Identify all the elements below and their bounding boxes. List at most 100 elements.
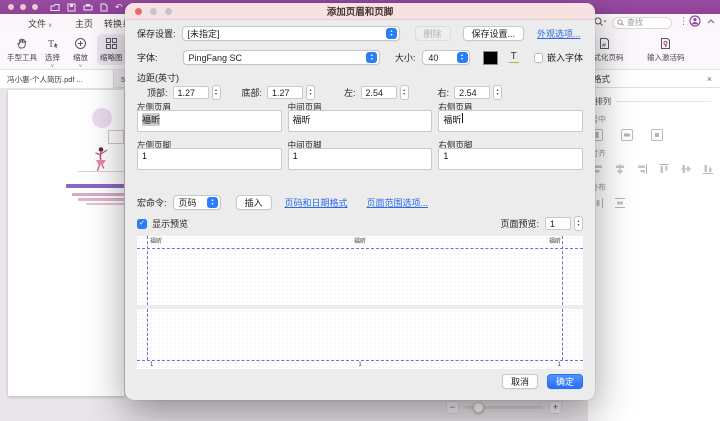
embed-font-checkbox[interactable] xyxy=(534,53,543,63)
svg-text:T: T xyxy=(48,39,54,50)
center-both-icon[interactable] xyxy=(651,129,663,141)
preview-header-right: 福昕 xyxy=(549,239,561,245)
macro-label: 宏命令: xyxy=(137,196,167,209)
zoom-slider-track[interactable] xyxy=(465,406,543,409)
page-zoom-icon[interactable] xyxy=(593,16,607,29)
underline-button[interactable]: T xyxy=(509,52,519,63)
document-page[interactable] xyxy=(8,90,124,396)
font-select[interactable]: PingFang SC ▲▼ xyxy=(183,50,380,65)
delete-button[interactable]: 删除 xyxy=(415,26,451,41)
footer-preview-area[interactable]: 1 1 1 xyxy=(137,309,583,369)
page-number-date-format-link[interactable]: 页码和日期格式 xyxy=(285,196,348,209)
zoom-slider-handle[interactable] xyxy=(473,402,484,413)
size-select[interactable]: 40 ▲▼ xyxy=(422,50,470,65)
margin-bottom-stepper[interactable]: ▲▼ xyxy=(306,85,315,100)
tab-format[interactable]: 格式 xyxy=(593,73,610,85)
distribute-vertical-icon[interactable] xyxy=(614,197,626,209)
search-placeholder: 查找 xyxy=(627,17,643,28)
appearance-options-link[interactable]: 外观选项... xyxy=(537,27,581,40)
right-header-field[interactable]: 福昕 xyxy=(438,110,583,132)
decorative-divider xyxy=(78,171,124,172)
add-header-footer-dialog: 添加页眉和页脚 保存设置: [未指定] ▲▼ 删除 保存设置... 外观选项..… xyxy=(125,3,595,400)
tab-file[interactable]: 文件∨ xyxy=(28,17,52,30)
left-footer-field[interactable]: 1 xyxy=(137,148,282,170)
zoom-out-button[interactable]: − xyxy=(446,401,459,414)
decorative-frame xyxy=(108,130,124,144)
text-caret xyxy=(462,113,463,123)
text-select-icon: T xyxy=(46,36,59,50)
window-close-button[interactable] xyxy=(8,4,14,10)
insert-button[interactable]: 插入 xyxy=(236,195,272,210)
more-options-icon[interactable]: ⋮ xyxy=(679,16,688,27)
margin-left-label: 左: xyxy=(344,86,356,99)
doc-tab-active[interactable]: 冯小惠-个人简历.pdf ... xyxy=(0,70,114,88)
margin-bottom-field[interactable]: 1.27 xyxy=(267,86,303,99)
dialog-minimize-button[interactable] xyxy=(150,8,157,15)
align-right-icon[interactable] xyxy=(636,163,648,175)
close-icon[interactable]: × xyxy=(707,74,712,84)
window-zoom-button[interactable] xyxy=(32,4,38,10)
show-preview-checkbox[interactable]: ✓ xyxy=(137,219,147,229)
macro-select[interactable]: 页码 ▲▼ xyxy=(173,195,221,210)
hand-tool-button[interactable]: 手型工具 xyxy=(4,34,40,65)
activation-code-button[interactable]: 输入激活码 xyxy=(644,34,688,65)
save-settings-button[interactable]: 保存设置... xyxy=(463,26,525,41)
margin-right-field[interactable]: 2.54 xyxy=(454,86,490,99)
tab-convert[interactable]: 转换 xyxy=(104,17,122,30)
page-range-options-link[interactable]: 页面范围选项... xyxy=(367,196,429,209)
document-icon[interactable] xyxy=(100,3,108,12)
page-preview-stepper[interactable]: ▲▼ xyxy=(574,216,583,231)
account-avatar[interactable] xyxy=(689,15,701,29)
header-preview-area[interactable]: 福昕 福昕 福昕 xyxy=(137,236,583,305)
dialog-close-button[interactable] xyxy=(135,8,142,15)
margin-left-field[interactable]: 2.54 xyxy=(361,86,397,99)
left-margin-guide xyxy=(147,309,148,360)
center-header-field[interactable]: 福昕 xyxy=(288,110,433,132)
left-header-field[interactable]: 福昕 xyxy=(137,110,282,132)
grid-icon xyxy=(105,36,118,50)
font-color-swatch[interactable] xyxy=(483,51,498,65)
right-footer-field[interactable]: 1 xyxy=(438,148,583,170)
preview-footer-center: 1 xyxy=(358,362,361,368)
header-margin-guide xyxy=(137,248,583,249)
ok-button[interactable]: 确定 xyxy=(547,374,583,389)
thumbnail-tool-button[interactable]: 缩略图 xyxy=(97,34,126,65)
save-icon[interactable] xyxy=(67,3,76,12)
font-label: 字体: xyxy=(137,51,158,64)
margin-left-stepper[interactable]: ▲▼ xyxy=(400,85,409,100)
chevron-down-icon: ∨ xyxy=(51,65,55,68)
margin-top-stepper[interactable]: ▲▼ xyxy=(212,85,221,100)
align-bottom-icon[interactable] xyxy=(702,163,714,175)
center-vertical-icon[interactable] xyxy=(621,129,633,141)
zoom-slider-control: − + xyxy=(446,401,562,414)
zoom-in-button[interactable]: + xyxy=(549,401,562,414)
save-settings-select[interactable]: [未指定] ▲▼ xyxy=(182,26,400,41)
align-middle-v-icon[interactable] xyxy=(680,163,692,175)
save-settings-label: 保存设置: xyxy=(137,27,176,40)
center-footer-field[interactable]: 1 xyxy=(288,148,433,170)
tab-home[interactable]: 主页 xyxy=(75,17,93,30)
margin-right-stepper[interactable]: ▲▼ xyxy=(493,85,502,100)
dancer-illustration xyxy=(88,146,114,172)
search-input[interactable]: 查找 xyxy=(612,17,672,29)
cancel-button[interactable]: 取消 xyxy=(502,374,538,389)
align-center-h-icon[interactable] xyxy=(614,163,626,175)
undo-icon[interactable]: ↶ xyxy=(115,3,123,12)
preview-footer-right: 1 xyxy=(558,362,561,368)
zoom-tool-button[interactable]: 缩放 ∨ xyxy=(70,34,91,70)
hand-icon xyxy=(16,36,29,50)
preview-header-center: 福昕 xyxy=(354,239,366,245)
margin-top-field[interactable]: 1.27 xyxy=(173,86,209,99)
dialog-zoom-button[interactable] xyxy=(165,8,172,15)
open-file-icon[interactable] xyxy=(50,3,60,12)
page-preview-field[interactable]: 1 xyxy=(545,217,571,230)
size-label: 大小: xyxy=(395,51,416,64)
select-tool-button[interactable]: T 选择 ∨ xyxy=(42,34,63,70)
preview-footer-left: 1 xyxy=(150,362,153,368)
print-icon[interactable] xyxy=(83,3,93,12)
margin-right-label: 右: xyxy=(438,86,450,99)
window-minimize-button[interactable] xyxy=(20,4,26,10)
align-top-icon[interactable] xyxy=(658,163,670,175)
collapse-ribbon-icon[interactable] xyxy=(707,17,715,27)
decorative-text-line xyxy=(86,203,124,205)
